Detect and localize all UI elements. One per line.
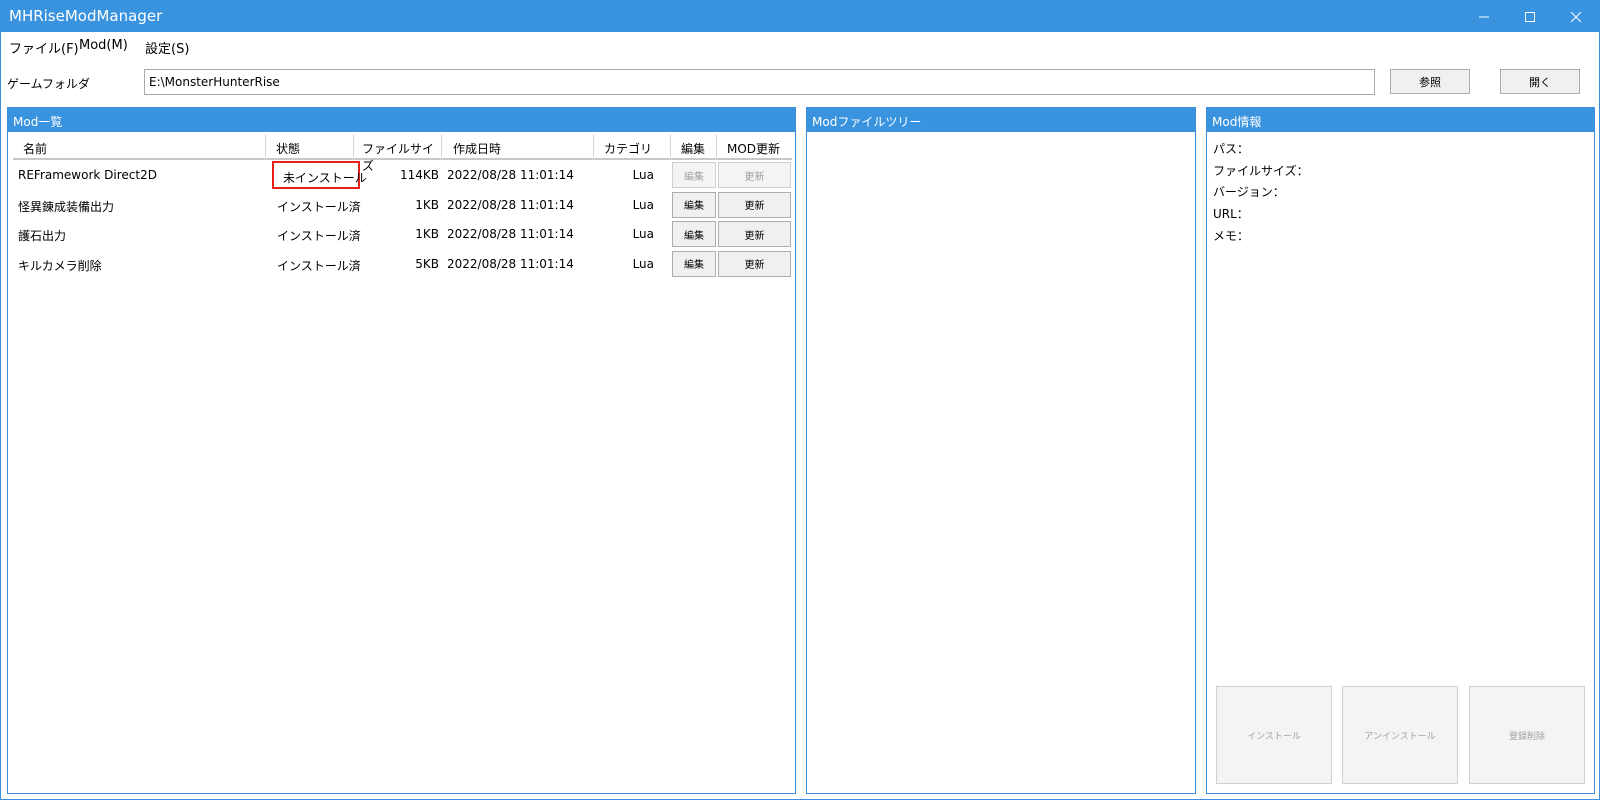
minimize-icon [1479,16,1489,17]
mod-date: 2022/08/28 11:01:14 [447,227,574,241]
menu-mod[interactable]: Mod(M) [79,38,128,53]
maximize-icon [1525,11,1535,22]
mod-name: 護石出力 [18,229,67,243]
mod-date: 2022/08/28 11:01:14 [447,168,574,182]
table-row[interactable]: 怪異錬成装備出力 インストール済 1KB 2022/08/28 11:01:14… [13,190,792,220]
update-button[interactable]: 更新 [718,191,791,218]
mod-size: 1KB [415,197,439,212]
game-folder-label: ゲームフォルダ [7,77,90,91]
file-tree-panel: Modファイルツリー [806,107,1196,794]
update-button[interactable]: 更新 [718,221,791,247]
table-row[interactable]: REFramework Direct2D 未インストール 114KB 2022/… [13,160,792,190]
mod-category: Lua [632,168,654,182]
close-button[interactable] [1553,1,1599,32]
update-button[interactable]: 更新 [718,162,791,188]
window-title: MHRiseModManager [9,7,163,25]
column-header-date[interactable]: 作成日時 [442,134,594,160]
mod-category: Lua [632,227,654,241]
game-folder-input[interactable] [144,69,1375,95]
edit-button[interactable]: 編集 [672,162,716,188]
mod-name: REFramework Direct2D [18,168,157,182]
app-window: MHRiseModManager ファイル(F) Mod(M) 設定(S) ゲー… [0,0,1600,800]
mod-list-title: Mod一覧 [8,108,795,132]
column-header-update[interactable]: MOD更新 [717,134,792,160]
version-label: バージョン： [1213,185,1285,199]
mod-category: Lua [632,256,654,271]
maximize-button[interactable] [1507,1,1553,32]
mod-category: Lua [632,197,654,212]
column-header-name[interactable]: 名前 [13,134,266,160]
uninstall-button[interactable]: アンインストール [1342,686,1458,784]
open-button[interactable]: 開く [1500,69,1580,94]
mod-info-title: Mod情報 [1207,108,1594,132]
table-row[interactable]: 護石出力 インストール済 1KB 2022/08/28 11:01:14 Lua… [13,219,792,249]
mod-size: 114KB [399,168,439,182]
mod-name: 怪異錬成装備出力 [18,199,115,214]
table-header: 名前 状態 ファイルサイズ 作成日時 カテゴリ 編集 MOD更新 [13,134,792,173]
delete-registration-button[interactable]: 登録削除 [1469,686,1585,784]
menu-settings[interactable]: 設定(S) [145,38,189,57]
file-size-label: ファイルサイズ： [1213,164,1309,178]
mod-status: 未インストール [272,161,367,189]
mod-date: 2022/08/28 11:01:14 [447,197,574,212]
edit-button[interactable]: 編集 [672,250,716,277]
minimize-button[interactable] [1461,1,1507,32]
column-header-category[interactable]: カテゴリ [594,134,671,160]
mod-status: インストール済 [277,258,361,273]
url-label: URL： [1213,207,1249,221]
mod-table: 名前 状態 ファイルサイズ 作成日時 カテゴリ 編集 MOD更新 REFrame… [13,134,792,278]
column-header-status[interactable]: 状態 [266,134,354,160]
close-icon [1571,11,1581,22]
file-tree-view[interactable] [807,132,1195,793]
memo-label: メモ： [1213,229,1250,243]
mod-date: 2022/08/28 11:01:14 [447,256,574,271]
install-button[interactable]: インストール [1216,686,1332,784]
path-label: パス： [1213,142,1250,156]
browse-button[interactable]: 参照 [1390,69,1470,94]
mod-list-panel: Mod一覧 名前 状態 ファイルサイズ 作成日時 カテゴリ 編集 MOD更新 R… [7,107,796,794]
title-bar[interactable]: MHRiseModManager [1,1,1599,32]
edit-button[interactable]: 編集 [672,191,716,218]
mod-status: インストール済 [277,199,361,214]
mod-size: 1KB [415,227,439,241]
column-header-edit[interactable]: 編集 [671,134,717,160]
mod-status: インストール済 [277,229,361,243]
update-button[interactable]: 更新 [718,250,791,277]
mod-name: キルカメラ削除 [18,258,102,273]
edit-button[interactable]: 編集 [672,221,716,247]
column-header-size[interactable]: ファイルサイズ [354,134,442,173]
menu-file[interactable]: ファイル(F) [9,38,79,57]
table-row[interactable]: キルカメラ削除 インストール済 5KB 2022/08/28 11:01:14 … [13,249,792,279]
file-tree-title: Modファイルツリー [807,108,1195,132]
mod-size: 5KB [415,256,439,271]
